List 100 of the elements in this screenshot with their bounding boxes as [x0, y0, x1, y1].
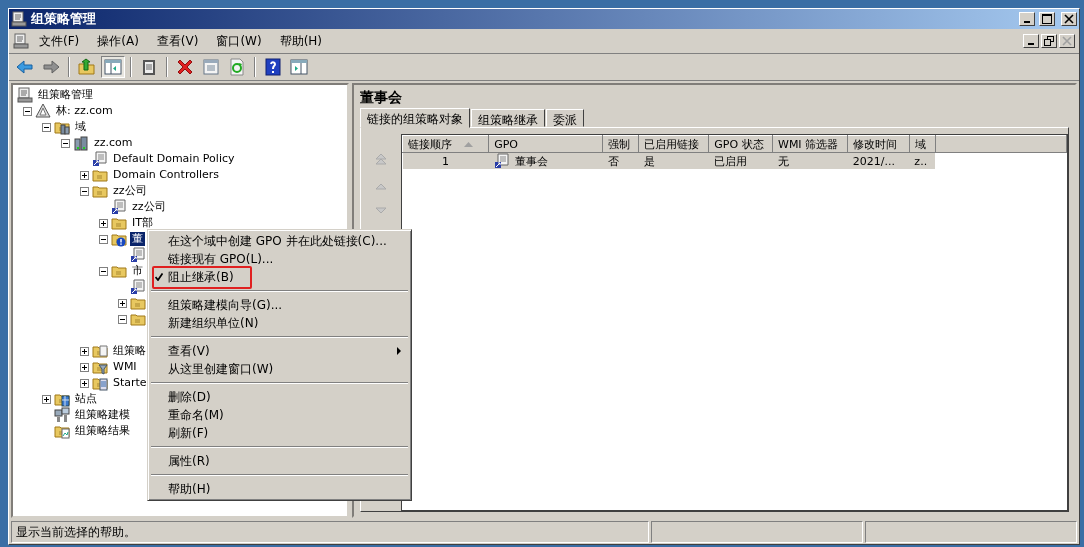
column-header[interactable]: 域 — [909, 135, 936, 153]
menu-item[interactable]: 删除(D) — [150, 388, 409, 406]
tab[interactable]: 链接的组策略对象 — [360, 108, 470, 128]
menu-item[interactable]: 在这个域中创建 GPO 并在此处链接(C)... — [150, 232, 409, 250]
tree-item[interactable]: 市 — [130, 264, 145, 278]
collapse-icon[interactable] — [118, 314, 127, 324]
collapse-icon[interactable] — [61, 138, 70, 148]
minimize-button[interactable] — [1019, 12, 1035, 26]
collapse-icon[interactable] — [99, 266, 108, 276]
column-header[interactable]: 链接顺序 — [402, 135, 489, 153]
table-cell: z.. — [914, 154, 928, 168]
folder-alert-icon — [111, 231, 127, 247]
close-button[interactable] — [1059, 34, 1075, 48]
app-icon — [13, 33, 29, 49]
tree-item[interactable]: 组策略 — [111, 344, 148, 358]
column-header[interactable]: WMI 筛选器 — [772, 135, 848, 153]
expand-icon[interactable] — [80, 170, 89, 180]
menu-item[interactable]: 阻止继承(B) — [150, 268, 409, 286]
folder-icon — [92, 167, 108, 183]
folder-scroll-icon — [92, 343, 108, 359]
column-header[interactable]: 修改时间 — [847, 135, 910, 153]
menu-item[interactable]: 查看(V) — [150, 342, 409, 360]
scroll-link-icon — [493, 153, 510, 169]
tab[interactable]: 委派 — [546, 109, 584, 127]
tree-item[interactable]: 站点 — [73, 392, 99, 406]
table-cell: 董事会 — [514, 153, 548, 169]
restore-button[interactable] — [1041, 34, 1057, 48]
minimize-button[interactable] — [1023, 34, 1039, 48]
tab[interactable]: 组策略继承 — [471, 109, 545, 127]
tree-item[interactable]: 组策略结果 — [73, 424, 132, 438]
expand-icon[interactable] — [80, 346, 89, 356]
tree-item[interactable]: 组策略管理 — [36, 88, 95, 102]
scroll-link-icon — [130, 247, 146, 263]
menu-item[interactable]: 从这里创建窗口(W) — [150, 360, 409, 378]
server-folder-icon — [54, 119, 70, 135]
table-cell: 2021/... — [852, 154, 895, 168]
folder-document-icon — [92, 375, 108, 391]
column-header[interactable]: 已启用链接 — [638, 135, 709, 153]
folder-sites-icon — [54, 391, 70, 407]
tree-item[interactable]: 董 — [130, 232, 145, 246]
collapse-icon[interactable] — [99, 234, 108, 244]
folder-icon — [130, 295, 146, 311]
console-icon — [17, 87, 33, 103]
folder-icon — [92, 183, 108, 199]
tree-item[interactable]: 域 — [73, 120, 88, 134]
tree-item[interactable]: WMI — [111, 360, 139, 374]
menu-item[interactable]: 属性(R) — [150, 452, 409, 470]
menu-item[interactable]: 组策略建模向导(G)... — [150, 296, 409, 314]
console-tree-icon[interactable] — [101, 56, 125, 78]
minimize-icon — [1024, 21, 1030, 23]
menu-item[interactable]: 帮助(H) — [150, 480, 409, 498]
menu-item[interactable]: 帮助(H) — [271, 30, 331, 52]
expand-icon[interactable] — [42, 394, 51, 404]
window-title: 组策略管理 — [31, 10, 97, 28]
column-header[interactable]: GPO — [488, 135, 603, 153]
scroll-link-icon — [130, 279, 146, 295]
server-icon — [73, 135, 89, 151]
app-icon — [11, 11, 27, 27]
tree-item[interactable]: zz公司 — [130, 200, 168, 214]
expand-icon[interactable] — [80, 378, 89, 388]
column-header[interactable]: 强制 — [602, 135, 639, 153]
menu-item[interactable]: 新建组织单位(N) — [150, 314, 409, 332]
menu-item[interactable]: 窗口(W) — [208, 30, 270, 52]
status-text: 显示当前选择的帮助。 — [11, 521, 649, 543]
table-cell: 已启用 — [713, 154, 747, 168]
tree-item[interactable]: zz公司 — [111, 184, 149, 198]
expand-icon[interactable] — [99, 218, 108, 228]
maximize-button[interactable] — [1039, 12, 1055, 26]
folder-icon — [111, 215, 127, 231]
pane-title: 董事会 — [360, 89, 403, 107]
minimize-icon — [1028, 43, 1034, 45]
folder-icon — [130, 311, 146, 327]
collapse-icon[interactable] — [42, 122, 51, 132]
tree-item[interactable]: IT部 — [130, 216, 155, 230]
menu-item[interactable]: 刷新(F) — [150, 424, 409, 442]
scroll-link-icon — [92, 151, 108, 167]
tree-item[interactable]: 林: zz.com — [54, 104, 115, 118]
table-cell: 否 — [607, 154, 619, 168]
table-cell: 是 — [643, 154, 655, 168]
triangle-icon — [35, 103, 51, 119]
tree-item[interactable]: Domain Controllers — [111, 168, 222, 182]
tree-item[interactable]: Default Domain Policy — [111, 152, 237, 166]
menu-item[interactable]: 文件(F) — [31, 30, 88, 52]
expand-icon[interactable] — [118, 298, 127, 308]
computers-icon — [54, 407, 70, 423]
expand-icon[interactable] — [80, 362, 89, 372]
menu-item[interactable]: 链接现有 GPO(L)... — [150, 250, 409, 268]
column-header[interactable]: GPO 状态 — [708, 135, 773, 153]
collapse-icon[interactable] — [23, 106, 32, 116]
tree-item[interactable]: zz.com — [92, 136, 135, 150]
close-button[interactable] — [1061, 12, 1077, 26]
folder-chart-icon — [54, 423, 70, 439]
tree-item[interactable]: Starte — [111, 376, 149, 390]
collapse-icon[interactable] — [80, 186, 89, 196]
folder-icon — [111, 263, 127, 279]
menu-item[interactable]: 查看(V) — [148, 30, 207, 52]
tree-item[interactable]: 组策略建模 — [73, 408, 132, 422]
menu-item[interactable]: 操作(A) — [89, 30, 147, 52]
table-cell: 无 — [777, 154, 789, 168]
menu-item[interactable]: 重命名(M) — [150, 406, 409, 424]
